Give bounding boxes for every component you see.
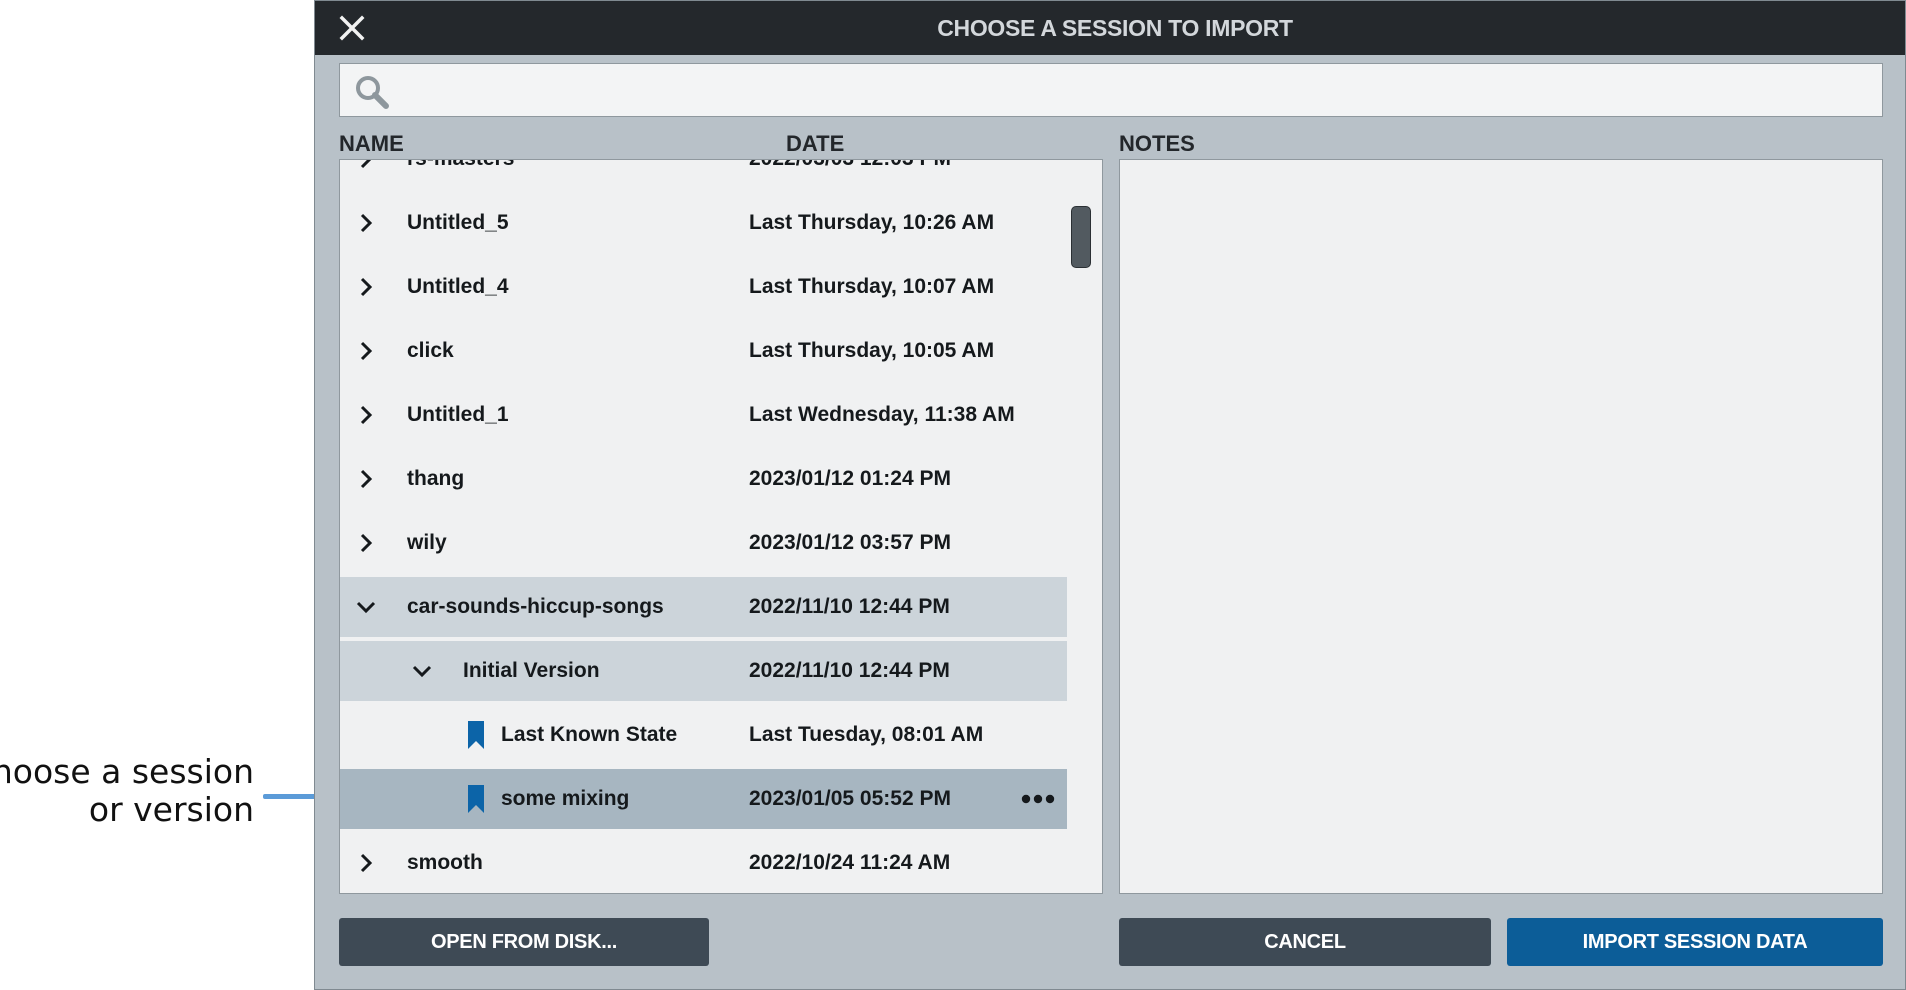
chevron-right-icon[interactable] — [354, 211, 378, 235]
session-row[interactable]: smooth 2022/10/24 11:24 AM — [340, 833, 1067, 893]
session-name: Untitled_4 — [407, 275, 509, 298]
session-name: smooth — [407, 851, 483, 874]
cancel-button[interactable]: CANCEL — [1119, 918, 1491, 966]
chevron-down-icon[interactable] — [410, 659, 434, 683]
session-date: 2022/03/03 12:03 PM — [749, 160, 951, 189]
version-row-selected[interactable]: some mixing 2023/01/05 05:52 PM — [340, 769, 1067, 829]
chevron-right-icon[interactable] — [354, 339, 378, 363]
search-icon — [356, 76, 389, 109]
chevron-right-icon[interactable] — [354, 467, 378, 491]
session-name: click — [407, 339, 454, 362]
bookmark-icon — [468, 785, 484, 813]
session-row[interactable]: click Last Thursday, 10:05 AM — [340, 321, 1067, 381]
column-header-notes: NOTES — [1119, 131, 1195, 156]
session-date: 2023/01/12 03:57 PM — [749, 531, 951, 554]
session-date: Last Thursday, 10:26 AM — [749, 211, 995, 234]
callout-line-2: or version — [88, 790, 254, 829]
session-name: rs-masters — [407, 160, 514, 189]
session-name: Untitled_5 — [407, 211, 509, 234]
version-name: Initial Version — [463, 659, 600, 682]
chevron-down-icon[interactable] — [354, 595, 378, 619]
column-header-name[interactable]: NAME — [339, 131, 404, 157]
session-row-expanded[interactable]: car-sounds-hiccup-songs 2022/11/10 12:44… — [340, 577, 1067, 637]
list-scrollbar[interactable] — [1071, 206, 1091, 268]
chevron-right-icon[interactable] — [354, 403, 378, 427]
bookmark-icon — [468, 721, 484, 749]
callout-line-1: Choose a session — [0, 752, 254, 791]
session-row[interactable]: Untitled_5 Last Thursday, 10:26 AM — [340, 193, 1067, 253]
session-date: 2023/01/12 01:24 PM — [749, 467, 951, 490]
session-date: Last Thursday, 10:07 AM — [749, 275, 995, 298]
dialog-title: CHOOSE A SESSION TO IMPORT — [937, 15, 1293, 41]
session-name: wily — [407, 531, 447, 554]
session-name: car-sounds-hiccup-songs — [407, 595, 664, 618]
session-row[interactable]: rs-masters 2022/03/03 12:03 PM — [340, 159, 1067, 189]
session-date: Last Thursday, 10:05 AM — [749, 339, 995, 362]
version-row[interactable]: Last Known State Last Tuesday, 08:01 AM — [340, 705, 1067, 765]
version-date: 2022/11/10 12:44 PM — [749, 659, 950, 682]
version-group-row[interactable]: Initial Version 2022/11/10 12:44 PM — [340, 641, 1067, 701]
session-name: Untitled_1 — [407, 403, 509, 426]
chevron-right-icon[interactable] — [354, 275, 378, 299]
more-options-icon[interactable] — [1020, 793, 1056, 805]
session-row[interactable]: thang 2023/01/12 01:24 PM — [340, 449, 1067, 509]
version-name: some mixing — [501, 787, 630, 810]
version-name: Last Known State — [501, 723, 678, 746]
session-date: Last Wednesday, 11:38 AM — [749, 403, 1015, 426]
session-row[interactable]: wily 2023/01/12 03:57 PM — [340, 513, 1067, 573]
search-input[interactable] — [400, 64, 1874, 118]
session-date: 2022/11/10 12:44 PM — [749, 595, 950, 618]
version-date: Last Tuesday, 08:01 AM — [749, 723, 984, 746]
session-date: 2022/10/24 11:24 AM — [749, 851, 951, 874]
import-session-dialog: CHOOSE A SESSION TO IMPORT NAME DATE NOT… — [314, 0, 1906, 990]
chevron-right-icon[interactable] — [354, 531, 378, 555]
search-box — [339, 63, 1883, 118]
open-from-disk-button[interactable]: OPEN FROM DISK... — [339, 918, 709, 966]
version-date: 2023/01/05 05:52 PM — [749, 787, 951, 810]
session-row[interactable]: Untitled_1 Last Wednesday, 11:38 AM — [340, 385, 1067, 445]
session-list[interactable]: rs-masters 2022/03/03 12:03 PM Untitled_… — [339, 159, 1103, 894]
session-name: thang — [407, 467, 465, 490]
session-row[interactable]: Untitled_4 Last Thursday, 10:07 AM — [340, 257, 1067, 317]
chevron-right-icon[interactable] — [354, 159, 378, 171]
chevron-right-icon[interactable] — [354, 851, 378, 875]
notes-panel[interactable] — [1119, 159, 1883, 894]
column-header-date[interactable]: DATE — [786, 131, 844, 157]
dialog-titlebar: CHOOSE A SESSION TO IMPORT — [315, 1, 1905, 55]
callout-annotation: Choose a session or version — [0, 753, 254, 829]
import-session-data-button[interactable]: IMPORT SESSION DATA — [1507, 918, 1883, 966]
